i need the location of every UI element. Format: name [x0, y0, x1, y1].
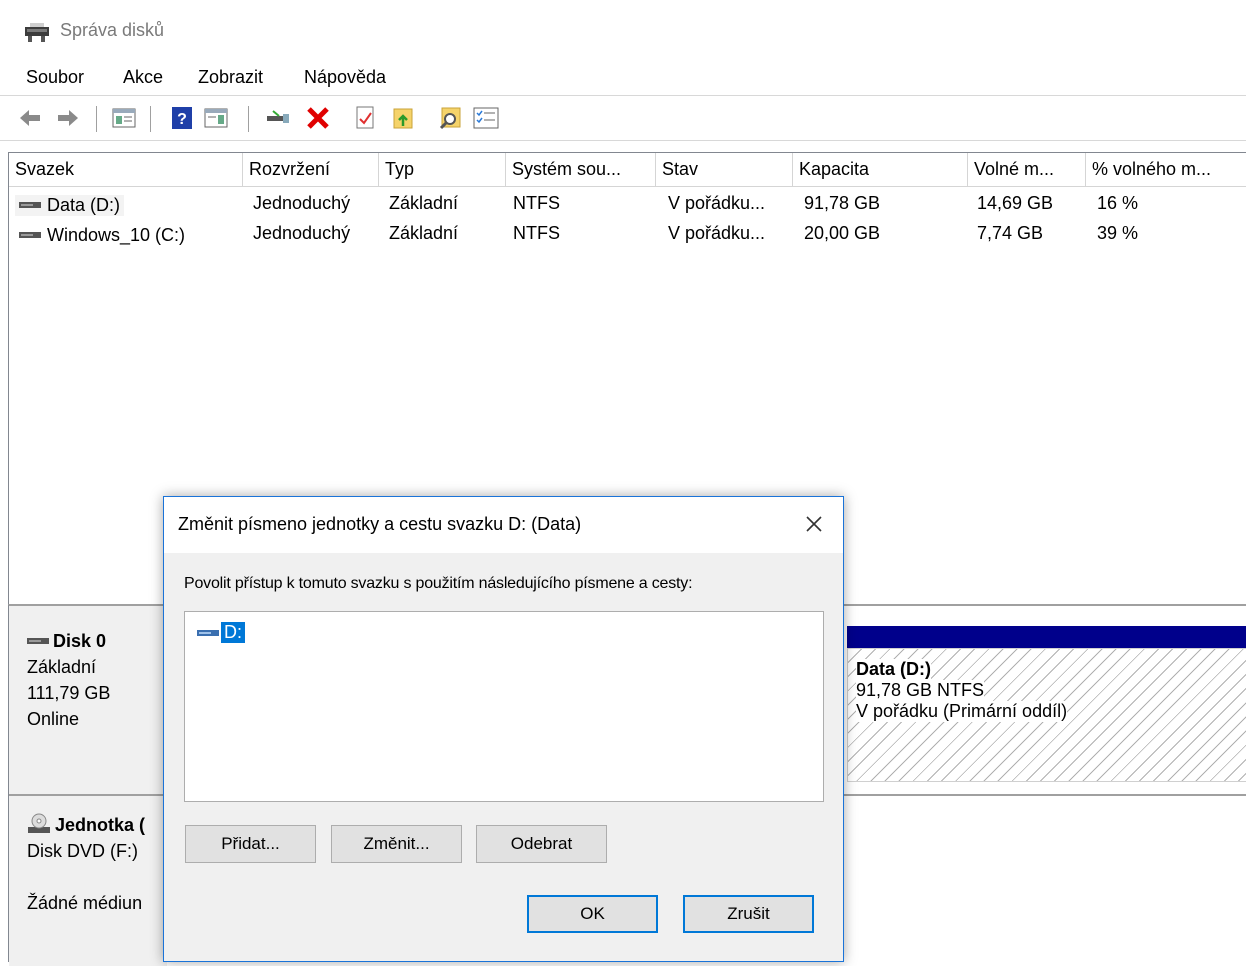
dvd-drive-icon: [28, 813, 50, 833]
volume-percent-free: 16 %: [1097, 193, 1139, 213]
ok-button[interactable]: OK: [527, 895, 658, 933]
volume-filesystem: NTFS: [513, 193, 560, 213]
svg-text:?: ?: [177, 111, 187, 128]
toolbar: ?: [0, 97, 1246, 141]
volume-name: Windows_10 (C:): [47, 224, 186, 245]
help-icon[interactable]: ?: [168, 104, 196, 132]
column-header-layout[interactable]: Rozvržení: [243, 153, 379, 187]
cdrom-type: Disk DVD (F:): [27, 841, 138, 861]
dialog-title-bar: Změnit písmeno jednotky a cestu svazku D…: [164, 497, 843, 553]
cdrom-label[interactable]: Jednotka ( Disk DVD (F:) Žádné médiun: [9, 796, 167, 966]
disk-0-label[interactable]: Disk 0 Základní 111,79 GB Online: [9, 606, 167, 796]
cdrom-name: Jednotka (: [55, 815, 146, 835]
find-icon[interactable]: [436, 104, 464, 132]
column-header-capacity[interactable]: Kapacita: [793, 153, 968, 187]
disk-0-type: Základní: [27, 657, 97, 677]
column-header-filesystem[interactable]: Systém sou...: [506, 153, 656, 187]
delete-icon[interactable]: [304, 104, 332, 132]
action-pane-icon[interactable]: [202, 104, 230, 132]
volume-capacity: 20,00 GB: [804, 223, 881, 243]
volume-name: Data (D:): [47, 194, 121, 215]
table-row[interactable]: Windows_10 (C:): [9, 223, 243, 251]
menu-action[interactable]: Akce: [121, 67, 165, 88]
back-arrow-icon[interactable]: [16, 104, 44, 132]
drive-icon: [19, 202, 41, 208]
drive-letter-list[interactable]: D:: [184, 611, 824, 802]
volume-type: Základní: [389, 193, 459, 213]
volume-status: V pořádku...: [668, 223, 766, 243]
properties-icon[interactable]: [352, 104, 380, 132]
drive-icon: [19, 232, 41, 238]
cdrom-status: Žádné médiun: [27, 893, 143, 913]
list-item[interactable]: D:: [197, 622, 245, 643]
column-header-volume[interactable]: Svazek: [9, 153, 243, 187]
partition-title: Data (D:): [856, 659, 931, 680]
export-list-icon[interactable]: [390, 104, 418, 132]
disk-management-icon: [25, 23, 49, 42]
column-header-free-space[interactable]: Volné m...: [968, 153, 1086, 187]
close-icon[interactable]: [799, 509, 829, 539]
menu-bar: Soubor Akce Zobrazit Nápověda: [0, 62, 1246, 96]
partition-header-bar: [847, 626, 1246, 648]
cancel-button[interactable]: Zrušit: [683, 895, 814, 933]
disk-0-name: Disk 0: [53, 631, 107, 651]
volume-layout: Jednoduchý: [253, 223, 351, 243]
column-header-percent-free[interactable]: % volného m...: [1086, 153, 1246, 187]
volume-filesystem: NTFS: [513, 223, 560, 243]
drive-icon: [197, 629, 219, 636]
settings-list-icon[interactable]: [472, 104, 500, 132]
change-drive-letter-dialog: Změnit písmeno jednotky a cestu svazku D…: [163, 496, 844, 962]
connect-drive-icon[interactable]: [264, 104, 292, 132]
volume-free-space: 14,69 GB: [977, 193, 1054, 213]
menu-help[interactable]: Nápověda: [302, 67, 388, 88]
volume-capacity: 91,78 GB: [804, 193, 881, 213]
volume-layout: Jednoduchý: [253, 193, 351, 213]
disk-0-status: Online: [27, 709, 80, 729]
title-bar: Správa disků: [0, 0, 1246, 62]
partition-data-d[interactable]: Data (D:) 91,78 GB NTFS V pořádku (Primá…: [847, 648, 1246, 782]
column-header-status[interactable]: Stav: [656, 153, 793, 187]
disk-icon: [27, 638, 49, 644]
dialog-title: Změnit písmeno jednotky a cestu svazku D…: [178, 514, 582, 534]
drive-letter-entry: D:: [221, 622, 245, 643]
forward-arrow-icon[interactable]: [54, 104, 82, 132]
dialog-prompt: Povolit přístup k tomuto svazku s použit…: [184, 575, 693, 592]
table-row[interactable]: Data (D:): [9, 193, 243, 221]
volume-type: Základní: [389, 223, 459, 243]
console-tree-icon[interactable]: [110, 104, 138, 132]
volume-status: V pořádku...: [668, 193, 766, 213]
window-title: Správa disků: [60, 20, 165, 40]
menu-view[interactable]: Zobrazit: [196, 67, 265, 88]
disk-0-size: 111,79 GB: [27, 683, 111, 703]
column-header-type[interactable]: Typ: [379, 153, 506, 187]
add-button[interactable]: Přidat...: [185, 825, 316, 863]
volume-percent-free: 39 %: [1097, 223, 1139, 243]
remove-button[interactable]: Odebrat: [476, 825, 607, 863]
menu-file[interactable]: Soubor: [24, 67, 86, 88]
partition-status: V pořádku (Primární oddíl): [856, 701, 1068, 722]
change-button[interactable]: Změnit...: [331, 825, 462, 863]
partition-size: 91,78 GB NTFS: [856, 680, 985, 701]
volume-free-space: 7,74 GB: [977, 223, 1044, 243]
